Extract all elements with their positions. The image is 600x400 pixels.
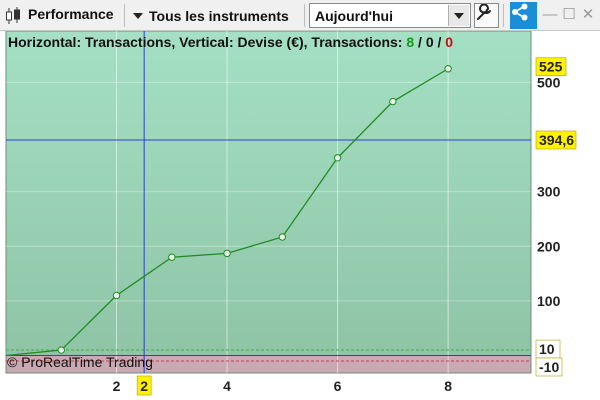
toolbar: Performance Tous les instruments Aujourd…	[0, 0, 600, 31]
header-separator: /	[434, 34, 446, 50]
performance-chart[interactable]: 100 200 300 500 2 4 6 8 525 394,6 10 -10 2 Horizon…	[0, 31, 600, 400]
chevron-down-icon	[133, 12, 143, 19]
y-tick-label: 200	[537, 238, 561, 254]
last-value-tag: 525	[539, 59, 563, 75]
data-point	[57, 346, 65, 354]
chevron-down-icon	[454, 12, 464, 19]
data-point	[168, 253, 176, 261]
performance-chart-panel: 100 200 300 500 2 4 6 8 525 394,6 10 -10 2 Horizon…	[0, 31, 600, 400]
toolbar-separator	[503, 4, 504, 27]
toolbar-separator	[124, 4, 125, 27]
chart-header-description: Horizontal: Transactions, Vertical: Devi…	[8, 34, 406, 50]
data-point	[223, 249, 231, 258]
y-tick-label: 300	[537, 184, 561, 200]
x-tick-label: 4	[223, 378, 231, 394]
data-point	[444, 65, 452, 73]
cursor-x-tag: 2	[140, 378, 148, 394]
wrench-icon	[477, 4, 491, 20]
data-point	[333, 154, 342, 162]
x-tick-label: 2	[113, 378, 121, 394]
y-tick-label: 100	[537, 293, 561, 309]
settings-button[interactable]	[474, 3, 499, 28]
period-select-value: Aujourd'hui	[315, 7, 393, 24]
instrument-filter-label: Tous les instruments	[149, 7, 289, 24]
period-select[interactable]: Aujourd'hui	[309, 3, 471, 28]
loss-count: 0	[445, 34, 453, 50]
share-button[interactable]	[510, 2, 537, 29]
neutral-count: 0	[426, 34, 434, 50]
close-icon[interactable]: ✕	[580, 5, 596, 23]
header-separator: /	[414, 34, 426, 50]
candlestick-chart-icon	[6, 7, 20, 24]
data-point	[278, 233, 287, 241]
data-point	[389, 97, 397, 106]
minimize-icon[interactable]: —	[542, 5, 558, 23]
instrument-filter-dropdown[interactable]: Tous les instruments	[129, 3, 293, 28]
upper-band-tag: 10	[539, 341, 555, 357]
watermark-text: © ProRealTime Trading	[7, 354, 153, 370]
lower-band-tag: -10	[539, 359, 559, 375]
x-tick-label: 8	[444, 378, 452, 394]
share-icon	[512, 3, 528, 21]
chart-header: Horizontal: Transactions, Vertical: Devi…	[8, 34, 453, 50]
y-tick-label: 500	[537, 74, 561, 90]
toolbar-separator	[304, 4, 305, 27]
cursor-value-tag: 394,6	[539, 132, 574, 148]
period-dropdown-arrow[interactable]	[448, 5, 469, 26]
maximize-icon[interactable]: ☐	[561, 5, 577, 23]
win-count: 8	[406, 34, 414, 50]
profit-zone	[6, 31, 531, 356]
x-tick-label: 6	[334, 378, 342, 394]
data-point	[112, 291, 121, 300]
window-title: Performance	[28, 6, 114, 22]
